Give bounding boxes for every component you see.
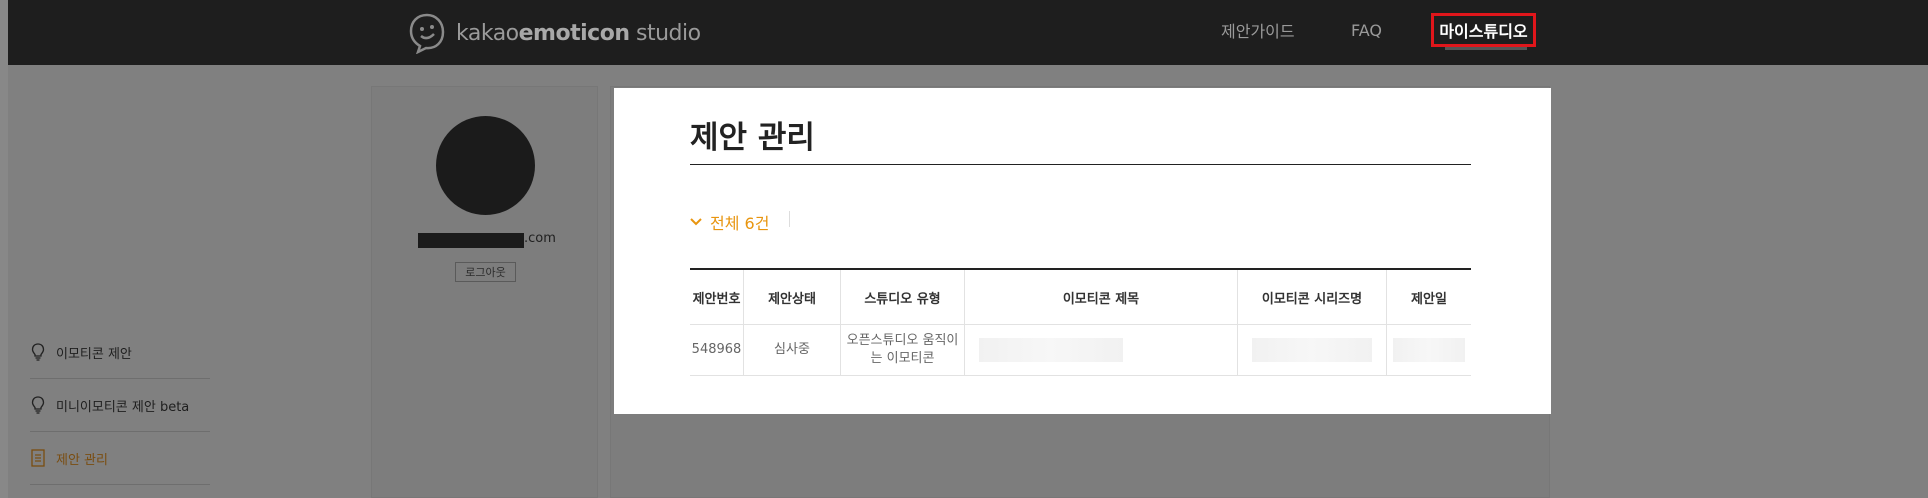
email-redacted — [418, 233, 524, 248]
proposal-management-panel: 제안 관리 전체 6건 제안번호 제안상태 스튜디오 유형 이모티콘 제목 이모… — [614, 88, 1551, 414]
cell-status: 심사중 — [744, 325, 841, 375]
proposal-table: 제안번호 제안상태 스튜디오 유형 이모티콘 제목 이모티콘 시리즈명 제안일 … — [690, 268, 1471, 376]
chevron-down-icon — [690, 218, 702, 226]
document-icon — [31, 449, 45, 467]
table-row[interactable]: 548968 심사중 오픈스튜디오 움직이는 이모티콘 — [690, 325, 1471, 376]
column-header-emoticon-title: 이모티콘 제목 — [965, 270, 1238, 324]
top-navigation-bar: kakaoemoticon studio 제안가이드 FAQ 마이스튜디오 — [8, 0, 1928, 65]
filter-divider — [789, 211, 790, 227]
logout-button[interactable]: 로그아웃 — [455, 262, 516, 282]
sidebar: .com 로그아웃 — [371, 86, 598, 498]
sidebar-item-label: 제안 관리 — [56, 452, 108, 468]
sidebar-item-mini-emoticon-proposal[interactable]: 미니이모티콘 제안 beta — [30, 379, 210, 432]
nav-proposal-guide[interactable]: 제안가이드 — [1221, 0, 1295, 60]
column-header-status: 제안상태 — [744, 270, 841, 324]
sidebar-item-proposal-management[interactable]: 제안 관리 — [30, 432, 210, 485]
active-nav-underline — [1445, 47, 1527, 50]
column-header-proposal-date: 제안일 — [1411, 291, 1447, 307]
sidebar-item-emoticon-proposal[interactable]: 이모티콘 제안 — [30, 326, 210, 379]
redacted-date — [1393, 338, 1465, 362]
column-header-studio-type: 스튜디오 유형 — [841, 270, 965, 324]
cell-studio-type: 오픈스튜디오 움직이는 이모티콘 — [841, 325, 965, 375]
column-header-series-name: 이모티콘 시리즈명 — [1238, 270, 1387, 324]
logo[interactable]: kakaoemoticon studio — [408, 12, 701, 54]
avatar — [436, 116, 535, 215]
total-count: 전체 6건 — [710, 214, 770, 233]
redacted-series-name — [1252, 338, 1372, 362]
nav-my-studio[interactable]: 마이스튜디오 — [1431, 13, 1536, 47]
logo-text: kakaoemoticon studio — [456, 20, 701, 46]
cell-emoticon-title[interactable] — [965, 325, 1238, 375]
smiley-chat-icon — [409, 13, 445, 54]
bulb-icon — [31, 396, 45, 414]
cell-series-name — [1238, 325, 1387, 375]
page-title: 제안 관리 — [690, 120, 815, 156]
column-header-proposal-number: 제안번호 — [690, 270, 744, 324]
redacted-title — [979, 338, 1123, 362]
cell-proposal-number: 548968 — [690, 325, 744, 375]
nav-faq[interactable]: FAQ — [1351, 0, 1382, 60]
table-header-row: 제안번호 제안상태 스튜디오 유형 이모티콘 제목 이모티콘 시리즈명 제안일 — [690, 270, 1471, 325]
sidebar-item-label: 이모티콘 제안 — [56, 346, 132, 362]
total-filter-dropdown[interactable]: 전체 6건 — [690, 210, 769, 234]
bulb-icon — [31, 343, 45, 361]
sidebar-item-label: 미니이모티콘 제안 beta — [56, 399, 190, 415]
cell-proposal-date — [1387, 325, 1471, 375]
title-divider — [690, 164, 1471, 165]
email-suffix: .com — [524, 231, 556, 246]
